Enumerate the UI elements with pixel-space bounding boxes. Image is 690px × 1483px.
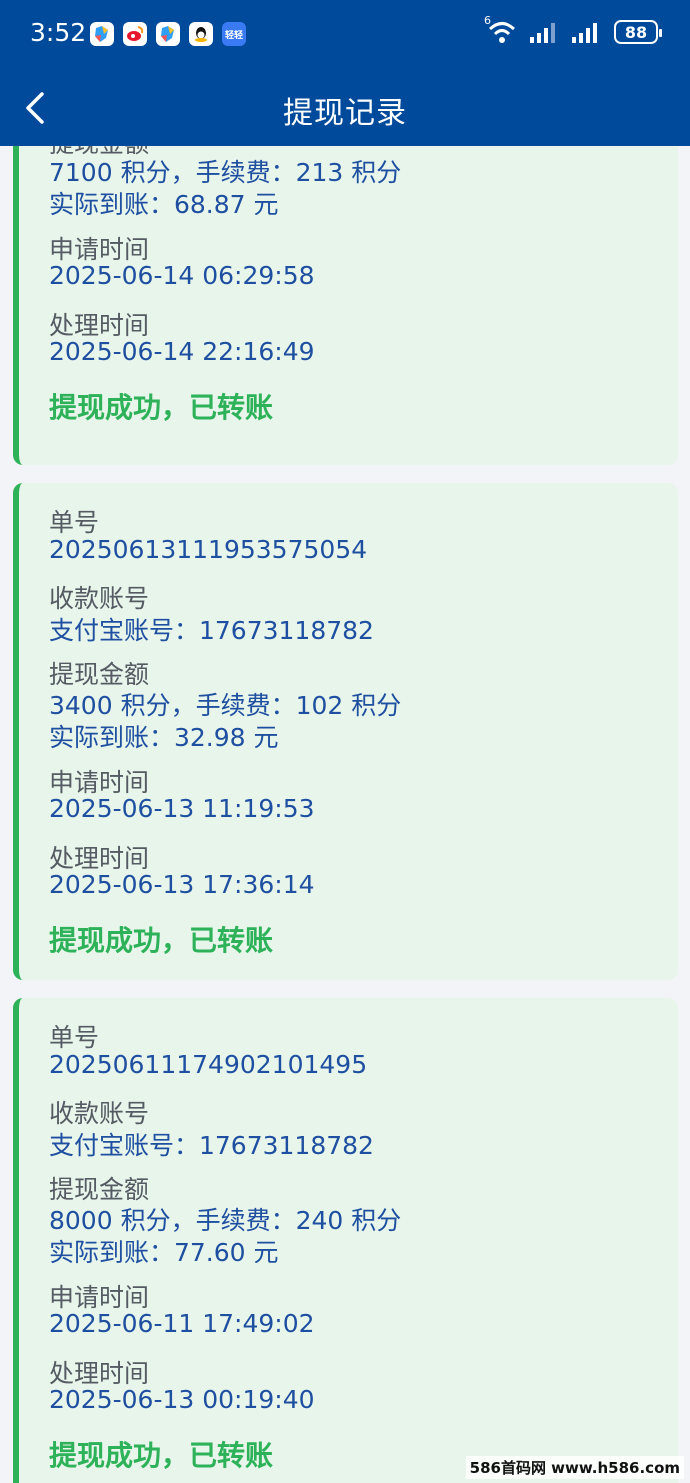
order-value: 20250611174902101495 (49, 1050, 368, 1079)
qq-icon (189, 22, 213, 46)
account-value: 支付宝账号：17673118782 (49, 1131, 374, 1160)
app-2-icon (156, 22, 180, 46)
wifi-icon: 6 (484, 14, 518, 44)
apply-time-value: 2025-06-13 11:19:53 (49, 794, 315, 823)
process-time-value: 2025-06-13 17:36:14 (49, 870, 315, 899)
order-label: 单号 (49, 1023, 100, 1052)
record-list[interactable]: 提现金额 7100 积分，手续费：213 积分 实际到账：68.87 元 申请时… (0, 146, 690, 1483)
apply-time-value: 2025-06-14 06:29:58 (49, 261, 315, 290)
weibo-icon (123, 22, 147, 46)
signal-2-icon (572, 23, 597, 43)
order-label: 单号 (49, 508, 100, 537)
received-value: 实际到账：32.98 元 (49, 723, 279, 752)
account-label: 收款账号 (49, 1099, 150, 1128)
network-type: 6 (484, 14, 491, 27)
amount-value: 7100 积分，手续费：213 积分 (49, 158, 402, 187)
tt-app-icon: 轻轻 (222, 22, 246, 46)
amount-value: 3400 积分，手续费：102 积分 (49, 691, 402, 720)
status-text: 提现成功，已转账 (49, 924, 274, 957)
order-value: 20250613111953575054 (49, 535, 368, 564)
status-time: 3:52 (30, 18, 87, 47)
status-text: 提现成功，已转账 (49, 1439, 274, 1472)
status-text: 提现成功，已转账 (49, 391, 274, 424)
record-card: 单号 20250613111953575054 收款账号 支付宝账号：17673… (13, 483, 678, 980)
signal-1-icon (530, 23, 555, 43)
received-value: 实际到账：77.60 元 (49, 1238, 279, 1267)
process-time-value: 2025-06-14 22:16:49 (49, 337, 315, 366)
page-title: 提现记录 (283, 96, 407, 131)
battery-indicator: 88 (614, 20, 662, 44)
received-value: 实际到账：68.87 元 (49, 190, 279, 219)
apply-time-value: 2025-06-11 17:49:02 (49, 1309, 315, 1338)
nav-bar: 提现记录 (0, 70, 690, 146)
account-value: 支付宝账号：17673118782 (49, 616, 374, 645)
record-card: 单号 20250611174902101495 收款账号 支付宝账号：17673… (13, 998, 678, 1483)
status-right: 6 88 (484, 14, 662, 44)
record-card: 提现金额 7100 积分，手续费：213 积分 实际到账：68.87 元 申请时… (13, 146, 678, 465)
app-1-icon (90, 22, 114, 46)
account-label: 收款账号 (49, 584, 150, 613)
watermark: 586首码网 www.h586.com (465, 1456, 684, 1479)
status-app-icons: 轻轻 (90, 22, 246, 46)
process-time-value: 2025-06-13 00:19:40 (49, 1385, 315, 1414)
status-bar: 3:52 轻轻 6 88 (0, 0, 690, 70)
amount-value: 8000 积分，手续费：240 积分 (49, 1206, 402, 1235)
